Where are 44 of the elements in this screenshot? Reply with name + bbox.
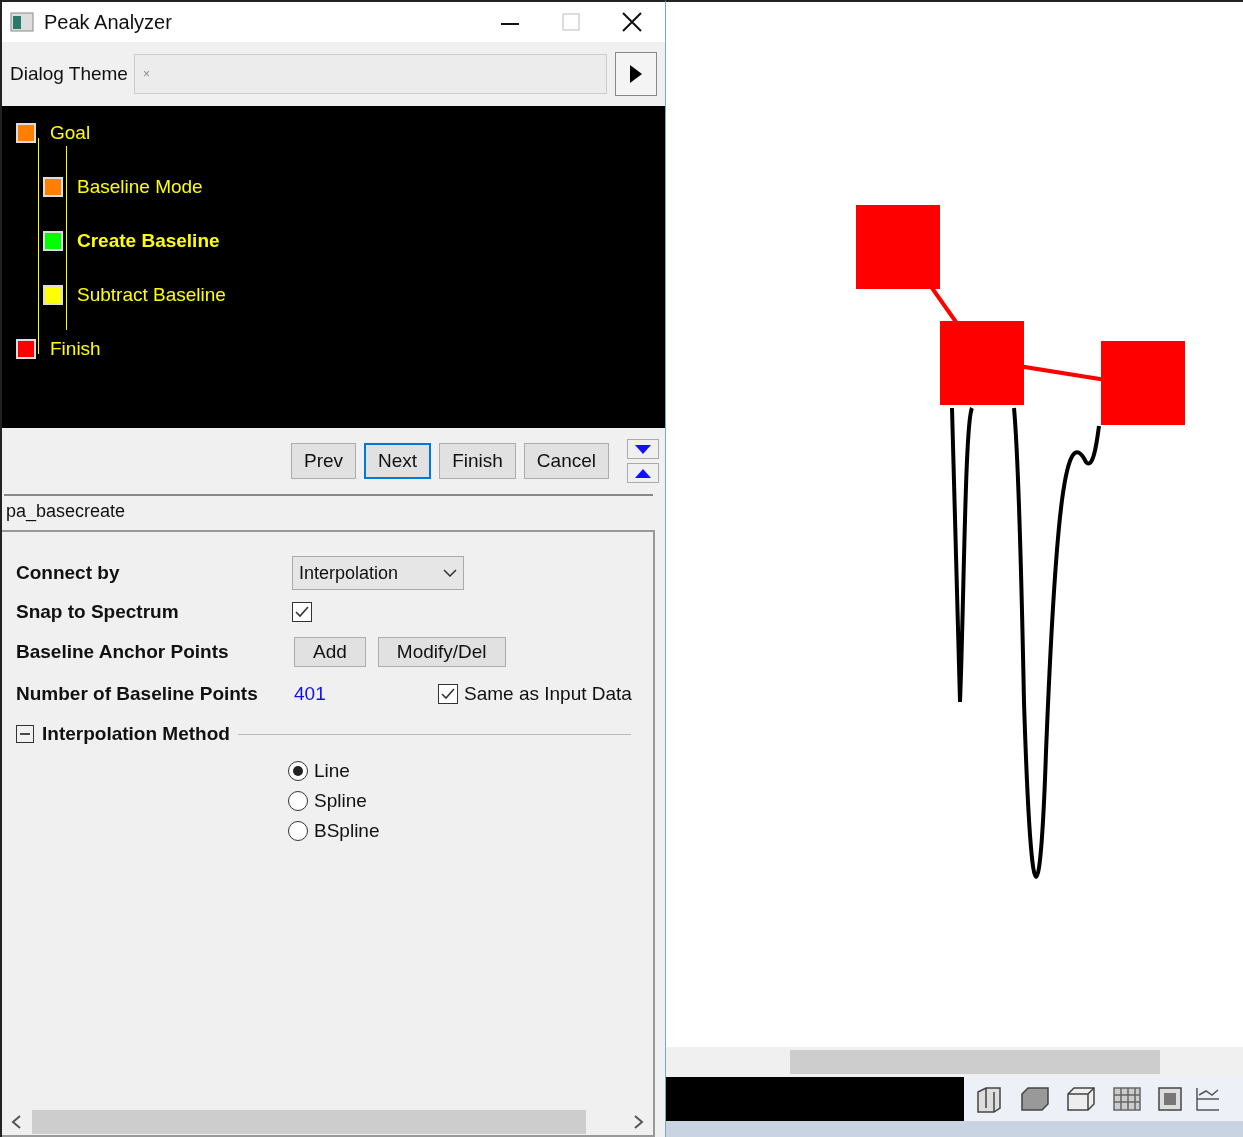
- app-icon: [10, 12, 34, 32]
- tree-item[interactable]: Goal: [50, 118, 91, 148]
- radio-label: Line: [314, 758, 350, 783]
- down-arrow-icon: [635, 444, 651, 454]
- anchor-button[interactable]: Add: [294, 637, 366, 667]
- anchor-button[interactable]: Modify/Del: [377, 637, 506, 667]
- close-icon[interactable]: [621, 11, 643, 33]
- points-value: 401: [294, 681, 327, 706]
- radio-button[interactable]: [288, 821, 308, 841]
- scroll-down-button[interactable]: [627, 439, 659, 459]
- radio-label: BSpline: [314, 818, 380, 843]
- theme-label: Dialog Theme: [10, 61, 128, 86]
- baseline-segment: [930, 286, 958, 324]
- nav-button[interactable]: Finish: [439, 443, 516, 479]
- window-title: Peak Analyzer: [44, 10, 172, 35]
- up-arrow-icon: [635, 468, 651, 478]
- nav-button[interactable]: Next: [364, 443, 432, 479]
- tree-item[interactable]: Baseline Mode: [77, 172, 203, 202]
- chevron-down-icon: [443, 569, 457, 577]
- tree-item[interactable]: Finish: [50, 334, 101, 364]
- nav-button[interactable]: Cancel: [523, 443, 609, 479]
- nav-button[interactable]: Prev: [291, 443, 357, 479]
- scroll-up-button[interactable]: [627, 463, 659, 483]
- checkbox[interactable]: [438, 684, 458, 704]
- checkbox-label: Same as Input Data: [464, 681, 632, 706]
- radio-label: Spline: [314, 788, 367, 813]
- scrollbar-thumb[interactable]: [32, 1110, 586, 1134]
- checkbox[interactable]: [292, 602, 312, 622]
- image-frame-icon[interactable]: [1156, 1085, 1184, 1113]
- play-icon: [630, 65, 642, 83]
- line-chart-icon[interactable]: [1194, 1085, 1222, 1113]
- tree-item[interactable]: Subtract Baseline: [77, 280, 226, 310]
- setting-label: Snap to Spectrum: [16, 599, 180, 624]
- setting-label: Baseline Anchor Points: [16, 639, 230, 664]
- setting-label: Connect by: [16, 560, 121, 585]
- setting-label: Number of Baseline Points: [16, 681, 259, 706]
- collapse-toggle[interactable]: [16, 725, 34, 743]
- scrollbar-thumb[interactable]: [790, 1050, 1160, 1074]
- connect-by-dropdown[interactable]: Interpolation: [292, 556, 464, 590]
- tree-item[interactable]: Create Baseline: [77, 226, 220, 256]
- radio-button[interactable]: [288, 791, 308, 811]
- group-label: Interpolation Method: [42, 721, 230, 746]
- play-button[interactable]: [615, 52, 657, 96]
- radio-button[interactable]: [288, 761, 308, 781]
